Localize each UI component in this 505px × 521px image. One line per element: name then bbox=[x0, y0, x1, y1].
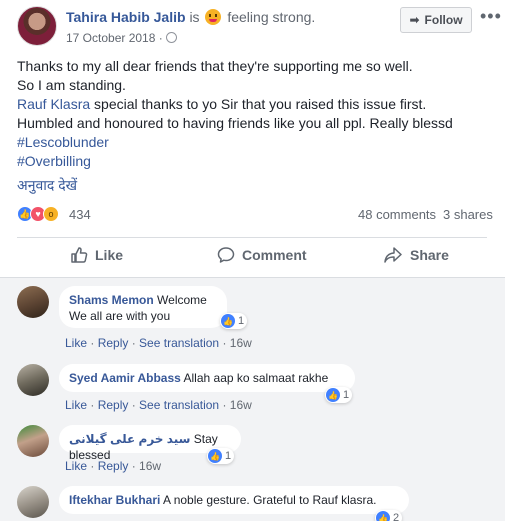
comment-like-link[interactable]: Like bbox=[65, 398, 87, 412]
hashtag-link-2[interactable]: #Overbilling bbox=[17, 152, 497, 171]
comment-reactions[interactable]: 👍 1 bbox=[207, 448, 235, 464]
comment-actions: Like · Reply · 16w bbox=[65, 459, 162, 473]
comment-text-line-2: We all are with you bbox=[69, 309, 171, 323]
comment-like-link[interactable]: Like bbox=[65, 459, 87, 473]
comment-translation-link[interactable]: See translation bbox=[139, 398, 219, 412]
comment-actions: Like · Reply · See translation · 16w bbox=[65, 336, 252, 350]
post-line-1: Thanks to my all dear friends that they'… bbox=[17, 58, 413, 74]
like-icon bbox=[71, 247, 88, 263]
hashtag-link-1[interactable]: #Lescoblunder bbox=[17, 133, 497, 152]
author-name[interactable]: Tahira Habib Jalib bbox=[66, 9, 186, 25]
comment-reaction-count: 1 bbox=[343, 389, 350, 401]
comment-icon bbox=[217, 247, 235, 263]
globe-icon bbox=[165, 32, 177, 43]
follow-icon: ➡ bbox=[409, 13, 420, 27]
reactions-bar: 👍 ♥ o 434 48 comments 3 shares bbox=[17, 203, 497, 225]
comment-bubble: Iftekhar Bukhari A noble gesture. Gratef… bbox=[59, 486, 409, 514]
comment-item: Shams Memon Welcome We all are with you … bbox=[17, 286, 497, 350]
post-header: Tahira Habib Jalib is feeling strong. 17… bbox=[0, 0, 505, 56]
translate-link[interactable]: अनुवाद देखें bbox=[17, 176, 77, 195]
share-icon bbox=[384, 247, 402, 263]
post-timestamp[interactable]: 17 October 2018 · bbox=[66, 31, 177, 45]
post-line-3-text: special thanks to yo Sir that you raised… bbox=[90, 96, 427, 112]
commenter-avatar[interactable] bbox=[17, 425, 49, 457]
comment-time[interactable]: 16w bbox=[139, 459, 161, 473]
commenter-avatar[interactable] bbox=[17, 286, 49, 318]
post-date[interactable]: 17 October 2018 · bbox=[66, 31, 163, 45]
feeling-strong-emoji bbox=[205, 9, 222, 25]
commenter-name[interactable]: Iftekhar Bukhari bbox=[69, 493, 160, 507]
commenter-avatar[interactable] bbox=[17, 364, 49, 396]
comment-text: A noble gesture. Grateful to Rauf klasra… bbox=[163, 493, 377, 507]
commenter-name[interactable]: Shams Memon bbox=[69, 293, 154, 307]
comment-bubble: Syed Aamir Abbass Allah aap ko salmaat r… bbox=[59, 364, 355, 392]
comment-button[interactable]: Comment bbox=[217, 246, 307, 264]
comment-reply-link[interactable]: Reply bbox=[98, 336, 129, 350]
like-reaction-icon: 👍 bbox=[208, 449, 222, 463]
comment-bubble: Shams Memon Welcome We all are with you bbox=[59, 286, 227, 328]
author-line: Tahira Habib Jalib is feeling strong. bbox=[66, 9, 315, 25]
post-line-2: So I am standing. bbox=[17, 77, 126, 93]
comment-reply-link[interactable]: Reply bbox=[98, 459, 129, 473]
comments-section: Shams Memon Welcome We all are with you … bbox=[0, 277, 505, 521]
like-button[interactable]: Like bbox=[70, 246, 123, 264]
comment-like-link[interactable]: Like bbox=[65, 336, 87, 350]
commenter-avatar[interactable] bbox=[17, 486, 49, 518]
shares-count[interactable]: 3 shares bbox=[443, 207, 493, 222]
comment-reactions[interactable]: 👍 2 bbox=[375, 510, 403, 521]
commenter-name[interactable]: Syed Aamir Abbass bbox=[69, 371, 181, 385]
like-label: Like bbox=[95, 247, 124, 263]
post-line-3: Rauf Klasra special thanks to yo Sir tha… bbox=[17, 95, 497, 114]
share-label: Share bbox=[410, 247, 449, 263]
share-button[interactable]: Share bbox=[383, 246, 449, 264]
more-icon[interactable]: ••• bbox=[480, 7, 502, 25]
comment-label: Comment bbox=[242, 247, 307, 263]
is-text: is bbox=[189, 9, 200, 25]
like-reaction-icon: 👍 bbox=[376, 511, 390, 521]
reaction-icons[interactable]: 👍 ♥ o bbox=[17, 206, 59, 222]
actions-bar: Like Comment Share bbox=[17, 237, 487, 275]
post-line-4: Humbled and honoured to having friends l… bbox=[17, 115, 453, 131]
comment-reaction-count: 1 bbox=[238, 315, 245, 327]
author-avatar[interactable] bbox=[17, 6, 57, 46]
comment-time[interactable]: 16w bbox=[230, 336, 252, 350]
mention-link[interactable]: Rauf Klasra bbox=[17, 96, 90, 112]
comment-translation-link[interactable]: See translation bbox=[139, 336, 219, 350]
follow-label: Follow bbox=[424, 13, 463, 27]
comments-count[interactable]: 48 comments bbox=[358, 207, 436, 222]
comment-actions: Like · Reply · See translation · 16w bbox=[65, 398, 252, 412]
comment-item: سید خرم علی گیلانی Stay blessed 👍 1 Like… bbox=[17, 425, 497, 475]
comment-reaction-count: 1 bbox=[225, 450, 232, 462]
comment-reactions[interactable]: 👍 1 bbox=[325, 387, 353, 403]
comment-reaction-count: 2 bbox=[393, 512, 400, 521]
comment-item: Iftekhar Bukhari A noble gesture. Gratef… bbox=[17, 486, 497, 521]
comment-reactions[interactable]: 👍 1 bbox=[220, 313, 248, 329]
comment-text: Welcome bbox=[157, 293, 207, 307]
reaction-count[interactable]: 434 bbox=[69, 207, 91, 222]
wow-reaction-icon: o bbox=[43, 206, 59, 222]
comment-item: Syed Aamir Abbass Allah aap ko salmaat r… bbox=[17, 364, 497, 414]
follow-button[interactable]: ➡ Follow bbox=[400, 7, 472, 33]
feeling-text: feeling strong. bbox=[227, 9, 316, 25]
post-body: Thanks to my all dear friends that they'… bbox=[17, 57, 497, 171]
comment-text: Allah aap ko salmaat rakhe bbox=[183, 371, 329, 385]
comment-reply-link[interactable]: Reply bbox=[98, 398, 129, 412]
like-reaction-icon: 👍 bbox=[326, 388, 340, 402]
comment-time[interactable]: 16w bbox=[230, 398, 252, 412]
like-reaction-icon: 👍 bbox=[221, 314, 235, 328]
commenter-name[interactable]: سید خرم علی گیلانی bbox=[69, 432, 190, 446]
